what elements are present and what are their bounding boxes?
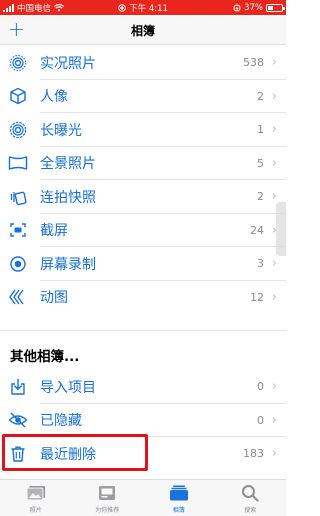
album-count: 538 — [243, 56, 264, 70]
album-label: 人像 — [40, 89, 68, 106]
album-label: 长曝光 — [40, 122, 82, 139]
portrait-cube-icon — [8, 86, 28, 106]
photos-app-screen: 中国电信 下午 4:11 37% + 相簿 实况照片 538 › 人像 2 › … — [0, 0, 286, 516]
album-count: 1 — [257, 123, 264, 137]
record-dot-icon — [118, 3, 126, 12]
page-title: 相簿 — [130, 24, 155, 38]
chevron-right-icon: › — [271, 155, 277, 171]
scroll-indicator[interactable] — [276, 202, 286, 256]
album-label: 屏幕录制 — [40, 256, 96, 273]
chevron-right-icon: › — [271, 412, 277, 428]
screen-recording-icon — [8, 254, 28, 274]
navigation-bar: + 相簿 — [0, 15, 286, 45]
status-bar: 中国电信 下午 4:11 37% — [0, 0, 286, 15]
tab-bar: 照片 为你推荐 相簿 搜索 — [0, 479, 286, 516]
album-row-screen-recordings[interactable]: 屏幕录制 3 › — [0, 247, 286, 281]
album-label: 连拍快照 — [40, 189, 96, 206]
long-exposure-icon — [8, 120, 28, 140]
highlight-box — [2, 434, 148, 471]
album-count: 183 — [243, 447, 264, 461]
burst-icon — [8, 187, 28, 207]
tab-albums[interactable]: 相簿 — [143, 480, 215, 516]
animated-icon — [8, 287, 28, 307]
chevron-right-icon: › — [271, 379, 277, 395]
album-label: 全景照片 — [40, 156, 96, 173]
section-heading: 其他相簿... — [10, 349, 80, 365]
tab-label: 照片 — [29, 507, 42, 514]
lock-rotation-icon — [233, 4, 241, 11]
album-row-burst[interactable]: 连拍快照 2 › — [0, 180, 286, 214]
status-time: 下午 4:11 — [129, 3, 168, 14]
chevron-right-icon: › — [271, 446, 277, 462]
screenshot-icon — [8, 220, 28, 240]
panorama-icon — [8, 153, 28, 173]
tab-search[interactable]: 搜索 — [215, 480, 287, 516]
chevron-right-icon: › — [271, 122, 277, 138]
media-types-list: 实况照片 538 › 人像 2 › 长曝光 1 › 全景照片 5 › 连拍快照 … — [0, 46, 286, 314]
tab-photos[interactable]: 照片 — [0, 480, 72, 516]
live-photo-icon — [8, 53, 28, 73]
chevron-right-icon: › — [271, 55, 277, 71]
import-icon — [8, 377, 28, 397]
chevron-right-icon: › — [271, 289, 277, 305]
album-count: 2 — [257, 89, 264, 103]
album-row-screenshots[interactable]: 截屏 24 › — [0, 214, 286, 247]
other-albums-section: 其他相簿... — [0, 330, 286, 368]
battery-percent: 37% — [244, 2, 263, 13]
album-row-imports[interactable]: 导入项目 0 › — [0, 370, 286, 404]
chevron-right-icon: › — [271, 88, 277, 104]
hidden-eye-icon — [8, 410, 28, 430]
album-count: 0 — [257, 380, 264, 394]
tab-for-you[interactable]: 为你推荐 — [72, 480, 144, 516]
album-count: 2 — [257, 190, 264, 204]
album-count: 3 — [257, 257, 264, 271]
album-label: 动图 — [40, 290, 68, 307]
album-label: 截屏 — [40, 223, 68, 240]
album-count: 0 — [257, 413, 264, 427]
battery-icon — [266, 3, 285, 12]
search-tab-icon — [239, 483, 261, 503]
album-row-animated[interactable]: 动图 12 › — [0, 281, 286, 315]
status-right: 37% — [233, 2, 285, 13]
album-row-live-photos[interactable]: 实况照片 538 › — [0, 46, 286, 80]
album-label: 实况照片 — [40, 55, 96, 72]
tab-label: 为你推荐 — [95, 507, 120, 514]
photos-tab-icon — [25, 483, 47, 503]
album-row-long-exposure[interactable]: 长曝光 1 › — [0, 113, 286, 147]
albums-tab-icon — [168, 483, 190, 503]
album-count: 12 — [250, 290, 264, 304]
album-row-portrait[interactable]: 人像 2 › — [0, 80, 286, 113]
tab-label: 搜索 — [244, 507, 257, 514]
for-you-tab-icon — [96, 483, 118, 503]
album-count: 24 — [250, 223, 264, 237]
tab-label: 相簿 — [172, 507, 185, 514]
album-count: 5 — [257, 156, 264, 170]
album-row-panorama[interactable]: 全景照片 5 › — [0, 147, 286, 180]
chevron-right-icon: › — [271, 189, 277, 205]
album-row-hidden[interactable]: 已隐藏 0 › — [0, 404, 286, 437]
battery-fill — [268, 5, 273, 10]
chevron-right-icon: › — [271, 256, 277, 272]
album-label: 已隐藏 — [40, 413, 82, 430]
album-label: 导入项目 — [40, 379, 96, 396]
